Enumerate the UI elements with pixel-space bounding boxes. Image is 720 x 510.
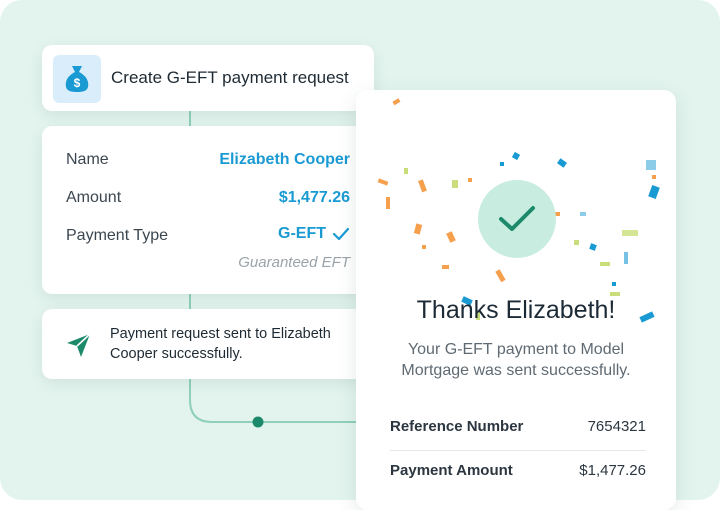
send-icon	[64, 331, 92, 364]
money-bag-icon: $	[53, 55, 101, 103]
payment-details-card: Name Elizabeth Cooper Amount $1,477.26 P…	[42, 126, 374, 294]
svg-text:$: $	[74, 76, 81, 90]
divider	[390, 450, 646, 451]
sent-notification-card: Payment request sent to Elizabeth Cooper…	[42, 309, 374, 379]
confirmation-title: Thanks Elizabeth!	[416, 296, 616, 324]
payment-amount-value: $1,477.26	[579, 462, 646, 479]
name-value: Elizabeth Cooper	[219, 151, 350, 168]
payment-amount-label: Payment Amount	[390, 462, 513, 479]
amount-value: $1,477.26	[278, 189, 350, 206]
amount-label: Amount	[66, 189, 122, 206]
reference-value: 7654321	[587, 418, 646, 435]
create-request-card[interactable]: $ Create G-EFT payment request	[42, 45, 374, 111]
payment-type-subtitle: Guaranteed EFT	[238, 254, 350, 271]
check-circle-icon	[478, 180, 556, 258]
sent-message: Payment request sent to Elizabeth Cooper…	[110, 326, 331, 362]
name-label: Name	[66, 151, 109, 168]
payment-type-value: G-EFT	[278, 225, 326, 242]
request-title: Create G-EFT payment request	[111, 68, 349, 87]
check-icon	[332, 227, 350, 246]
payment-type-label: Payment Type	[66, 227, 168, 244]
confirmation-subtitle: Your G-EFT payment to Model Mortgage was…	[401, 341, 631, 379]
payment-type-value-row: G-EFT	[278, 225, 350, 246]
reference-label: Reference Number	[390, 418, 524, 435]
